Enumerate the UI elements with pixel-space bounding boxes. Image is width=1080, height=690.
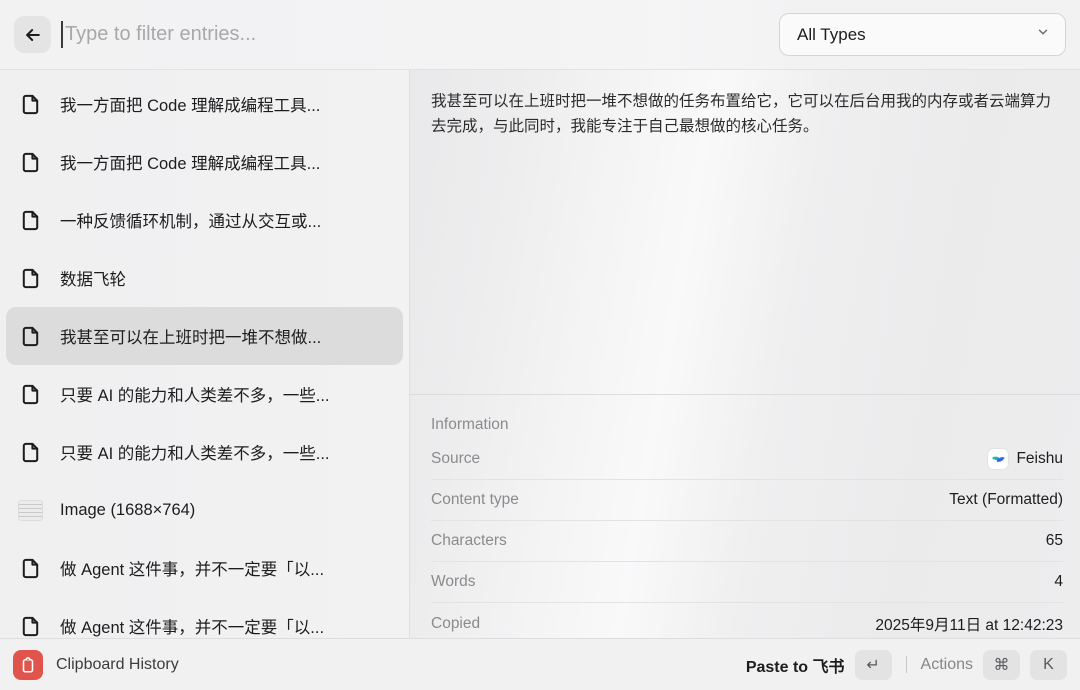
document-icon bbox=[18, 440, 43, 465]
list-item-label: 一种反馈循环机制，通过从交互或... bbox=[60, 208, 321, 232]
info-value: Text (Formatted) bbox=[949, 491, 1063, 509]
list-item-label: 我甚至可以在上班时把一堆不想做... bbox=[60, 324, 321, 348]
list-item[interactable]: 只要 AI 的能力和人类差不多，一些... bbox=[6, 423, 403, 481]
list-item[interactable]: 一种反馈循环机制，通过从交互或... bbox=[6, 191, 403, 249]
info-value: 4 bbox=[1054, 573, 1063, 591]
info-value: 2025年9月11日 at 12:42:23 bbox=[875, 613, 1063, 635]
actions-button[interactable]: Actions bbox=[921, 656, 973, 674]
clipboard-history-window: All Types 我一方面把 Code 理解成编程工具... 我一方面把 Co… bbox=[0, 0, 1080, 690]
list-item-label: 只要 AI 的能力和人类差不多，一些... bbox=[60, 440, 330, 464]
info-row-source: Source Feishu bbox=[431, 439, 1063, 480]
list-item[interactable]: 我一方面把 Code 理解成编程工具... bbox=[6, 75, 403, 133]
document-icon bbox=[18, 556, 43, 581]
preview-text: 我甚至可以在上班时把一堆不想做的任务布置给它，它可以在后台用我的内存或者云端算力… bbox=[431, 89, 1063, 139]
entries-list: 我一方面把 Code 理解成编程工具... 我一方面把 Code 理解成编程工具… bbox=[0, 70, 410, 638]
list-item[interactable]: 只要 AI 的能力和人类差不多，一些... bbox=[6, 365, 403, 423]
list-item-label: 数据飞轮 bbox=[60, 266, 126, 290]
info-row-content-type: Content type Text (Formatted) bbox=[431, 480, 1063, 521]
back-button[interactable] bbox=[14, 16, 51, 53]
filter-entries-input[interactable] bbox=[63, 23, 779, 46]
list-item-label: 只要 AI 的能力和人类差不多，一些... bbox=[60, 382, 330, 406]
footer-bar: Clipboard History Paste to 飞书 ↵ Actions … bbox=[0, 638, 1080, 690]
return-keycap[interactable]: ↵ bbox=[855, 650, 892, 680]
info-label: Source bbox=[431, 450, 480, 468]
information-title: Information bbox=[431, 395, 1063, 439]
detail-panel: 我甚至可以在上班时把一堆不想做的任务布置给它，它可以在后台用我的内存或者云端算力… bbox=[410, 70, 1080, 638]
paste-action-label[interactable]: Paste to 飞书 bbox=[746, 653, 845, 677]
document-icon bbox=[18, 382, 43, 407]
clipboard-icon bbox=[13, 650, 43, 680]
list-item-label: 我一方面把 Code 理解成编程工具... bbox=[60, 92, 320, 116]
list-item-label: 做 Agent 这件事，并不一定要「以... bbox=[60, 614, 324, 638]
document-icon bbox=[18, 208, 43, 233]
document-icon bbox=[18, 614, 43, 639]
info-row-copied: Copied 2025年9月11日 at 12:42:23 bbox=[431, 603, 1063, 638]
list-item[interactable]: 做 Agent 这件事，并不一定要「以... bbox=[6, 597, 403, 638]
image-thumbnail-icon bbox=[18, 500, 43, 521]
app-name: Clipboard History bbox=[56, 656, 179, 674]
info-label: Characters bbox=[431, 532, 507, 550]
list-item-label: 我一方面把 Code 理解成编程工具... bbox=[60, 150, 320, 174]
list-item-label: Image (1688×764) bbox=[60, 501, 195, 520]
document-icon bbox=[18, 150, 43, 175]
command-keycap[interactable]: ⌘ bbox=[983, 650, 1020, 680]
footer-actions: Paste to 飞书 ↵ Actions ⌘ K bbox=[746, 650, 1067, 680]
chevron-down-icon bbox=[1036, 25, 1050, 44]
info-value: 65 bbox=[1046, 532, 1063, 550]
feishu-icon bbox=[988, 449, 1008, 469]
entry-preview: 我甚至可以在上班时把一堆不想做的任务布置给它，它可以在后台用我的内存或者云端算力… bbox=[410, 70, 1080, 395]
list-item[interactable]: 我一方面把 Code 理解成编程工具... bbox=[6, 133, 403, 191]
back-arrow-icon bbox=[23, 25, 43, 45]
list-item[interactable]: 做 Agent 这件事，并不一定要「以... bbox=[6, 539, 403, 597]
footer-divider bbox=[906, 656, 907, 673]
info-label: Copied bbox=[431, 615, 480, 633]
document-icon bbox=[18, 92, 43, 117]
k-keycap[interactable]: K bbox=[1030, 650, 1067, 680]
info-row-words: Words 4 bbox=[431, 562, 1063, 603]
document-icon bbox=[18, 324, 43, 349]
list-item-selected[interactable]: 我甚至可以在上班时把一堆不想做... bbox=[6, 307, 403, 365]
info-label: Words bbox=[431, 573, 476, 591]
information-section: Information Source Feishu C bbox=[410, 395, 1080, 638]
info-value: Feishu bbox=[988, 449, 1063, 469]
list-item[interactable]: Image (1688×764) bbox=[6, 481, 403, 539]
list-item-label: 做 Agent 这件事，并不一定要「以... bbox=[60, 556, 324, 580]
header: All Types bbox=[0, 0, 1080, 70]
info-row-characters: Characters 65 bbox=[431, 521, 1063, 562]
app-chip: Clipboard History bbox=[13, 650, 179, 680]
main-area: 我一方面把 Code 理解成编程工具... 我一方面把 Code 理解成编程工具… bbox=[0, 70, 1080, 638]
info-label: Content type bbox=[431, 491, 519, 509]
document-icon bbox=[18, 266, 43, 291]
type-filter-dropdown[interactable]: All Types bbox=[779, 13, 1066, 56]
list-item[interactable]: 数据飞轮 bbox=[6, 249, 403, 307]
source-value: Feishu bbox=[1016, 450, 1063, 468]
type-filter-value: All Types bbox=[797, 25, 866, 45]
